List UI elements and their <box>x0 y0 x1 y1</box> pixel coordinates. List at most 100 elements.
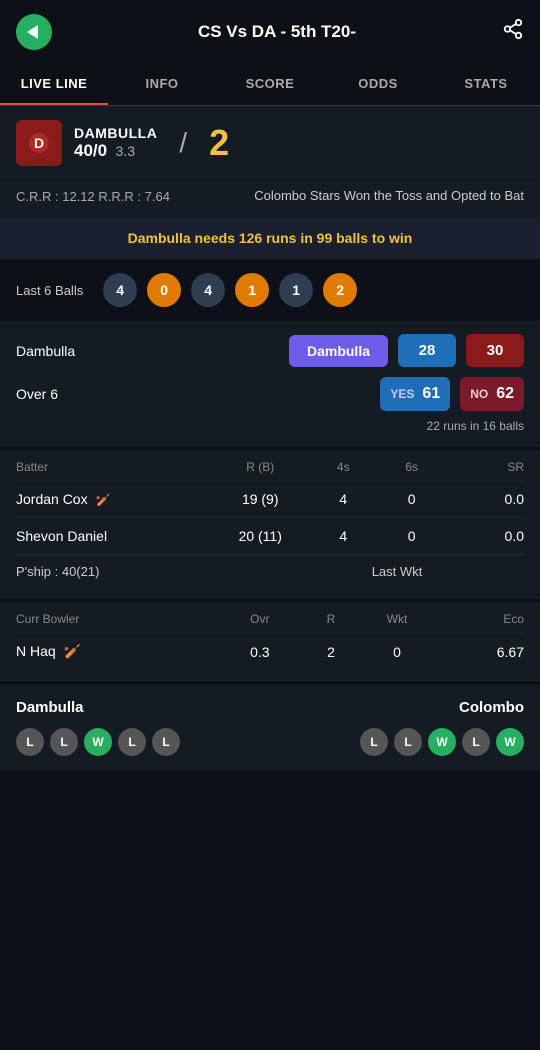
form-badge: L <box>152 728 180 756</box>
toss-info: Colombo Stars Won the Toss and Opted to … <box>247 187 524 205</box>
ball-4: 1 <box>235 273 269 307</box>
no-label: NO <box>470 387 488 401</box>
header: CS Vs DA - 5th T20- <box>0 0 540 64</box>
bowler-r: 2 <box>300 644 361 660</box>
yes-label: YES <box>390 387 414 401</box>
back-arrow-icon <box>27 25 38 39</box>
form-badge: W <box>496 728 524 756</box>
back-button[interactable] <box>16 14 52 50</box>
crr-label: C.R.R : <box>16 189 62 204</box>
last-wkt-label: Last Wkt <box>270 564 524 579</box>
share-icon[interactable] <box>502 18 524 46</box>
col-4s: 4s <box>309 460 377 474</box>
team-logo: D <box>16 120 62 166</box>
rrr-value: 7.64 <box>145 189 170 204</box>
bowl-icon: 🏏 <box>64 643 81 659</box>
form-badge: L <box>360 728 388 756</box>
batter-2-4s: 4 <box>309 528 377 544</box>
bowler-ovr: 0.3 <box>219 644 300 660</box>
tab-score[interactable]: SCORE <box>216 64 324 105</box>
over-label: Over 6 <box>16 386 370 402</box>
bet-score-28[interactable]: 28 <box>398 334 456 367</box>
form-section: Dambulla Colombo L L W L L L L W L W <box>0 685 540 770</box>
last-balls-row: Last 6 Balls 4 0 4 1 1 2 <box>0 259 540 322</box>
col-6s: 6s <box>377 460 445 474</box>
batter-2-rb: 20 (11) <box>211 528 309 544</box>
score-divider: / <box>179 127 187 159</box>
batter-1-sr: 0.0 <box>446 491 524 507</box>
scorecard-header: Batter R (B) 4s 6s SR <box>16 460 524 481</box>
last-balls-label: Last 6 Balls <box>16 283 83 298</box>
form-badge: L <box>16 728 44 756</box>
tab-info[interactable]: INFO <box>108 64 216 105</box>
tab-odds[interactable]: ODDS <box>324 64 432 105</box>
ball-5: 1 <box>279 273 313 307</box>
alert-banner: Dambulla needs 126 runs in 99 balls to w… <box>0 218 540 259</box>
team-score-block: DAMBULLA 40/0 3.3 <box>74 125 157 161</box>
col-rb: R (B) <box>211 460 309 474</box>
team-bet-row: Dambulla Dambulla 28 30 <box>16 334 524 367</box>
form-badge: L <box>462 728 490 756</box>
over-no-button[interactable]: NO 62 <box>460 377 524 411</box>
runs-balls-note: 22 runs in 16 balls <box>16 419 524 433</box>
form-team1-badges: L L W L L <box>16 728 180 756</box>
bowler-wkt: 0 <box>361 644 432 660</box>
tab-bar: LIVE LINE INFO SCORE ODDS STATS <box>0 64 540 106</box>
form-badge: W <box>84 728 112 756</box>
batter-1-6s: 0 <box>377 491 445 507</box>
rrr-label: R.R.R : <box>98 189 144 204</box>
bowler-section: Curr Bowler Ovr R Wkt Eco N Haq 🏏 0.3 2 … <box>0 602 540 681</box>
score-overs: 3.3 <box>116 143 135 159</box>
form-teams-row: Dambulla Colombo <box>16 699 524 716</box>
crr-rrr-text: C.R.R : 12.12 R.R.R : 7.64 <box>16 189 247 204</box>
ball-6: 2 <box>323 273 357 307</box>
batter-2: Shevon Daniel <box>16 528 211 544</box>
ball-2: 0 <box>147 273 181 307</box>
bet-score-30[interactable]: 30 <box>466 334 524 367</box>
bowler-header: Curr Bowler Ovr R Wkt Eco <box>16 612 524 633</box>
table-row: Jordan Cox 🏏 19 (9) 4 0 0.0 <box>16 481 524 518</box>
table-row: N Haq 🏏 0.3 2 0 6.67 <box>16 633 524 670</box>
over-row: Over 6 YES 61 NO 62 <box>16 377 524 411</box>
tab-stats[interactable]: STATS <box>432 64 540 105</box>
crr-value: 12.12 <box>62 189 95 204</box>
form-team2-badges: L L W L W <box>360 728 524 756</box>
tab-live-line[interactable]: LIVE LINE <box>0 64 108 105</box>
form-team2-name: Colombo <box>459 699 524 716</box>
form-badge: L <box>394 728 422 756</box>
no-value: 62 <box>496 385 514 403</box>
batter-1-rb: 19 (9) <box>211 491 309 507</box>
form-badge: L <box>118 728 146 756</box>
svg-text:D: D <box>34 135 44 151</box>
bowler-name-cell: N Haq 🏏 <box>16 643 219 660</box>
batter-2-6s: 0 <box>377 528 445 544</box>
bat-icon: 🏏 <box>95 493 110 507</box>
batter-2-sr: 0.0 <box>446 528 524 544</box>
form-badge: W <box>428 728 456 756</box>
partnership-row: P'ship : 40(21) Last Wkt <box>16 555 524 587</box>
batter-1-4s: 4 <box>309 491 377 507</box>
scorecard-section: Batter R (B) 4s 6s SR Jordan Cox 🏏 19 (9… <box>0 450 540 598</box>
bet-team-button[interactable]: Dambulla <box>289 335 388 367</box>
innings-number: 2 <box>209 122 229 164</box>
partnership-text: P'ship : 40(21) <box>16 564 270 579</box>
table-row: Shevon Daniel 20 (11) 4 0 0.0 <box>16 518 524 555</box>
col-ovr: Ovr <box>219 612 300 626</box>
bowler-eco: 6.67 <box>433 644 524 660</box>
match-card: D DAMBULLA 40/0 3.3 / 2 <box>0 106 540 177</box>
col-eco: Eco <box>433 612 524 626</box>
bet-team-label: Dambulla <box>16 343 279 359</box>
batter-1: Jordan Cox 🏏 <box>16 491 211 507</box>
col-sr: SR <box>446 460 524 474</box>
over-yes-button[interactable]: YES 61 <box>380 377 450 411</box>
form-badge: L <box>50 728 78 756</box>
col-r: R <box>300 612 361 626</box>
yes-value: 61 <box>422 385 440 403</box>
page-title: CS Vs DA - 5th T20- <box>52 22 502 42</box>
form-team1-name: Dambulla <box>16 699 84 716</box>
crr-rrr-row: C.R.R : 12.12 R.R.R : 7.64 Colombo Stars… <box>0 177 540 218</box>
team-name: DAMBULLA <box>74 125 157 141</box>
ball-3: 4 <box>191 273 225 307</box>
ball-1: 4 <box>103 273 137 307</box>
col-wkt: Wkt <box>361 612 432 626</box>
